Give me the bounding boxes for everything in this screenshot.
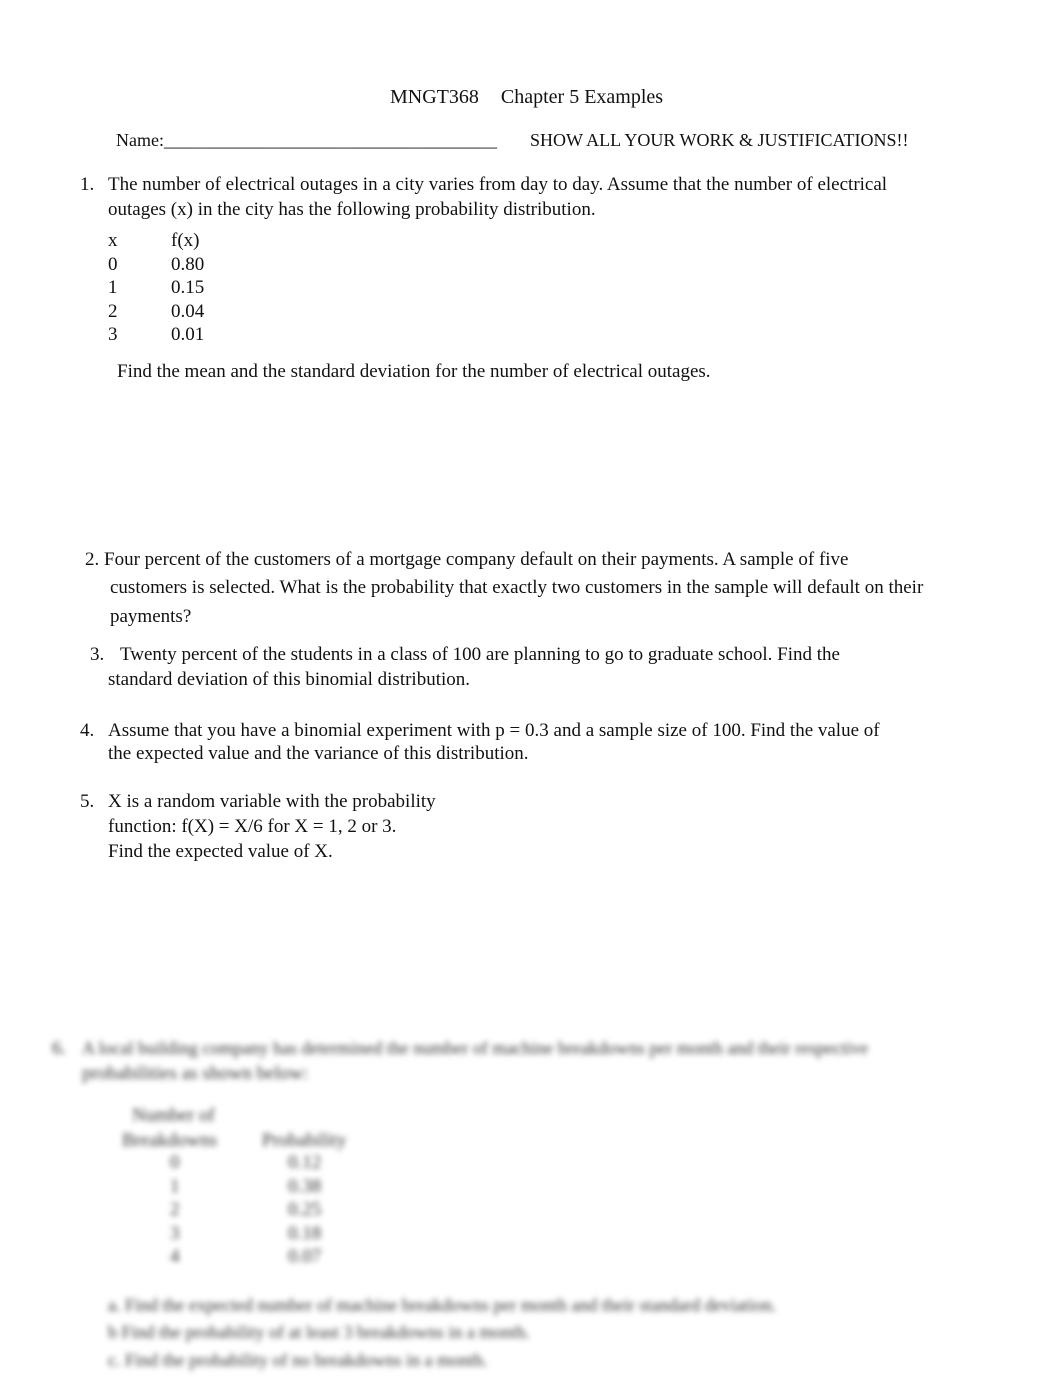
table-cell: 2 xyxy=(108,300,118,322)
question-text: A local building company has determined … xyxy=(82,1038,869,1058)
table-cell: 1 xyxy=(170,1175,180,1197)
table-header: f(x) xyxy=(171,230,200,251)
table-header: Breakdowns xyxy=(122,1130,217,1151)
table-cell: 0 xyxy=(108,253,118,275)
table-cell: 0.04 xyxy=(171,300,205,322)
question-text: standard deviation of this binomial dist… xyxy=(108,669,471,690)
chapter-title: Chapter 5 Examples xyxy=(500,86,664,108)
question-text: X is a random variable with the probabil… xyxy=(108,791,436,812)
question-text: The number of electrical outages in a ci… xyxy=(108,174,888,195)
table-header: Probability xyxy=(262,1130,347,1151)
table-cell: 0.01 xyxy=(171,324,205,345)
table-cell: 2 xyxy=(170,1199,180,1220)
table-cell: 4 xyxy=(170,1246,180,1267)
table-cell: 3 xyxy=(170,1222,180,1244)
question-text: Assume that you have a binomial experime… xyxy=(108,720,880,741)
question-text: outages (x) in the city has the followin… xyxy=(108,199,596,220)
table-cell: 0.07 xyxy=(288,1246,322,1267)
table-cell: 0.15 xyxy=(171,277,205,298)
question-part: b Find the probability of at least 3 bre… xyxy=(108,1322,530,1342)
question-number: 1. xyxy=(80,174,95,195)
table-header: x xyxy=(108,230,118,251)
table-cell: 0.80 xyxy=(171,253,205,275)
table-cell: 0.12 xyxy=(288,1152,322,1173)
question-task: Find the mean and the standard deviation… xyxy=(117,361,711,382)
probability-table: x f(x) 0 0.80 1 0.15 2 0.04 3 0.01 xyxy=(108,230,204,348)
question-number: 5. xyxy=(80,791,95,812)
table-cell: 0 xyxy=(170,1152,180,1173)
question-text: Find the expected value of X. xyxy=(108,841,333,862)
table-cell: 0.38 xyxy=(288,1175,322,1197)
question-part: c. Find the probability of no breakdowns… xyxy=(108,1350,488,1370)
question-number: 4. xyxy=(80,720,95,741)
table-cell: 0.25 xyxy=(288,1199,322,1220)
table-cell: 0.18 xyxy=(288,1222,322,1244)
question-text: customers is selected. What is the proba… xyxy=(110,577,924,598)
question-number: 6. xyxy=(52,1038,67,1059)
name-field: Name:___________________________________… xyxy=(116,130,497,150)
question-text: payments? xyxy=(110,606,192,627)
question-text: function: f(X) = X/6 for X = 1, 2 or 3. xyxy=(108,816,397,837)
question-text: the expected value and the variance of t… xyxy=(108,743,529,764)
question-part: a. Find the expected number of machine b… xyxy=(108,1295,777,1315)
table-header: Number of xyxy=(132,1105,215,1126)
question-text: 2. Four percent of the customers of a mo… xyxy=(85,549,849,570)
instructions: SHOW ALL YOUR WORK & JUSTIFICATIONS!! xyxy=(530,130,909,150)
course-code: MNGT368 xyxy=(390,86,479,108)
table-cell: 1 xyxy=(108,277,118,298)
breakdown-table: 0 0.12 1 0.38 2 0.25 3 0.18 4 0.07 xyxy=(170,1152,321,1270)
page-title: MNGT368 Chapter 5 Examples xyxy=(390,86,663,109)
question-text: probabilities as shown below: xyxy=(82,1063,309,1084)
question-text: Twenty percent of the students in a clas… xyxy=(120,644,840,665)
question-number: 3. xyxy=(90,644,105,665)
table-cell: 3 xyxy=(108,324,118,345)
